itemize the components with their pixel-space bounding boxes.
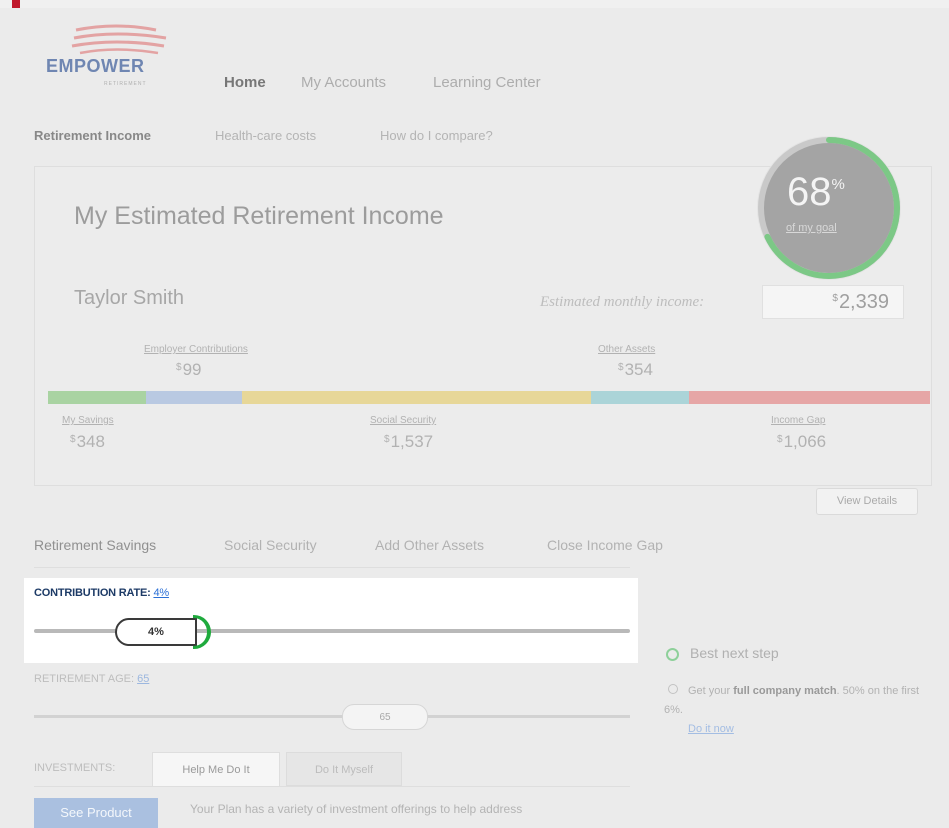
empower-logo[interactable]: EMPOWER RETIREMENT bbox=[46, 24, 176, 94]
brand-mark bbox=[12, 0, 20, 8]
contribution-rate-slider-handle[interactable]: 4% bbox=[115, 618, 197, 646]
circle-icon bbox=[666, 648, 679, 661]
contribution-rate-value[interactable]: 4% bbox=[153, 587, 169, 599]
other-assets-amount: $354 bbox=[618, 360, 653, 380]
investments-label: INVESTMENTS: bbox=[34, 762, 116, 774]
top-bar bbox=[0, 0, 949, 8]
employer-contributions-link[interactable]: Employer Contributions bbox=[144, 344, 248, 355]
plan-description: Your Plan has a variety of investment of… bbox=[190, 802, 523, 816]
retirement-age-slider-track[interactable] bbox=[34, 715, 630, 718]
step-text-prefix: Get your bbox=[688, 685, 734, 697]
best-next-step-text: Get your full company match. 50% on the … bbox=[664, 682, 940, 720]
view-details-button[interactable]: View Details bbox=[816, 488, 918, 515]
tab-retirement-savings[interactable]: Retirement Savings bbox=[34, 537, 156, 553]
tab-social-security[interactable]: Social Security bbox=[224, 537, 317, 553]
percent-sign: % bbox=[831, 176, 845, 193]
investments-divider bbox=[34, 786, 630, 787]
retirement-age-caption: RETIREMENT AGE: bbox=[34, 673, 135, 685]
retirement-age-label: RETIREMENT AGE: 65 bbox=[34, 673, 149, 685]
contribution-rate-caption: CONTRIBUTION RATE: bbox=[34, 587, 151, 599]
currency-symbol: $ bbox=[176, 362, 182, 373]
nav-learning-center[interactable]: Learning Center bbox=[433, 74, 541, 91]
investments-option-help-me[interactable]: Help Me Do It bbox=[152, 752, 280, 786]
currency-symbol: $ bbox=[618, 362, 624, 373]
best-next-step-title: Best next step bbox=[690, 645, 779, 661]
currency-symbol: $ bbox=[70, 434, 76, 445]
logo-subtitle: RETIREMENT bbox=[104, 81, 147, 87]
amount-value: 348 bbox=[76, 432, 105, 451]
flag-stripes-icon bbox=[71, 24, 167, 55]
amount-value: 99 bbox=[182, 360, 202, 379]
social-security-link[interactable]: Social Security bbox=[370, 415, 436, 426]
amount-value: 1,066 bbox=[783, 432, 827, 451]
investments-option-do-it-myself[interactable]: Do It Myself bbox=[286, 752, 402, 786]
amount-value: 354 bbox=[624, 360, 653, 379]
currency-symbol: $ bbox=[777, 434, 783, 445]
goal-percent-value: 68 bbox=[787, 170, 832, 214]
bar-segment-employer-contributions bbox=[146, 391, 242, 404]
income-gap-amount: $1,066 bbox=[777, 432, 826, 452]
amount-value: 1,537 bbox=[390, 432, 434, 451]
estimated-income-label: Estimated monthly income: bbox=[540, 294, 705, 310]
logo-wordmark: EMPOWER bbox=[46, 56, 145, 76]
employer-contributions-amount: $99 bbox=[176, 360, 201, 380]
bar-segment-other-assets bbox=[591, 391, 689, 404]
subnav-health-care-costs[interactable]: Health-care costs bbox=[215, 128, 316, 143]
subnav-retirement-income[interactable]: Retirement Income bbox=[34, 128, 151, 143]
tab-close-income-gap[interactable]: Close Income Gap bbox=[547, 537, 663, 553]
estimated-income-value: $2,339 bbox=[762, 285, 904, 319]
see-product-button[interactable]: See Product bbox=[34, 798, 158, 828]
do-it-now-link[interactable]: Do it now bbox=[688, 723, 734, 735]
my-savings-amount: $348 bbox=[70, 432, 105, 452]
subnav-how-do-i-compare[interactable]: How do I compare? bbox=[380, 128, 493, 143]
bar-segment-income-gap bbox=[689, 391, 930, 404]
tabs-divider bbox=[34, 567, 630, 568]
other-assets-link[interactable]: Other Assets bbox=[598, 344, 655, 355]
retirement-age-slider-handle[interactable]: 65 bbox=[342, 704, 428, 730]
contribution-rate-label: CONTRIBUTION RATE: 4% bbox=[34, 587, 169, 599]
retirement-age-value[interactable]: 65 bbox=[137, 673, 149, 685]
nav-home[interactable]: Home bbox=[224, 74, 266, 91]
currency-symbol: $ bbox=[832, 293, 838, 304]
income-gap-link[interactable]: Income Gap bbox=[771, 415, 825, 426]
card-title: My Estimated Retirement Income bbox=[74, 202, 444, 230]
step-text-emphasis: full company match bbox=[733, 685, 837, 697]
my-savings-link[interactable]: My Savings bbox=[62, 415, 114, 426]
social-security-amount: $1,537 bbox=[384, 432, 433, 452]
tab-add-other-assets[interactable]: Add Other Assets bbox=[375, 537, 484, 553]
bar-segment-my-savings bbox=[48, 391, 146, 404]
currency-symbol: $ bbox=[384, 434, 390, 445]
goal-percent: 68% bbox=[787, 170, 845, 215]
estimated-income-amount: 2,339 bbox=[838, 291, 889, 313]
user-name: Taylor Smith bbox=[74, 287, 185, 309]
nav-my-accounts[interactable]: My Accounts bbox=[301, 74, 386, 91]
of-my-goal-link[interactable]: of my goal bbox=[786, 222, 837, 234]
bar-segment-social-security bbox=[242, 391, 591, 404]
